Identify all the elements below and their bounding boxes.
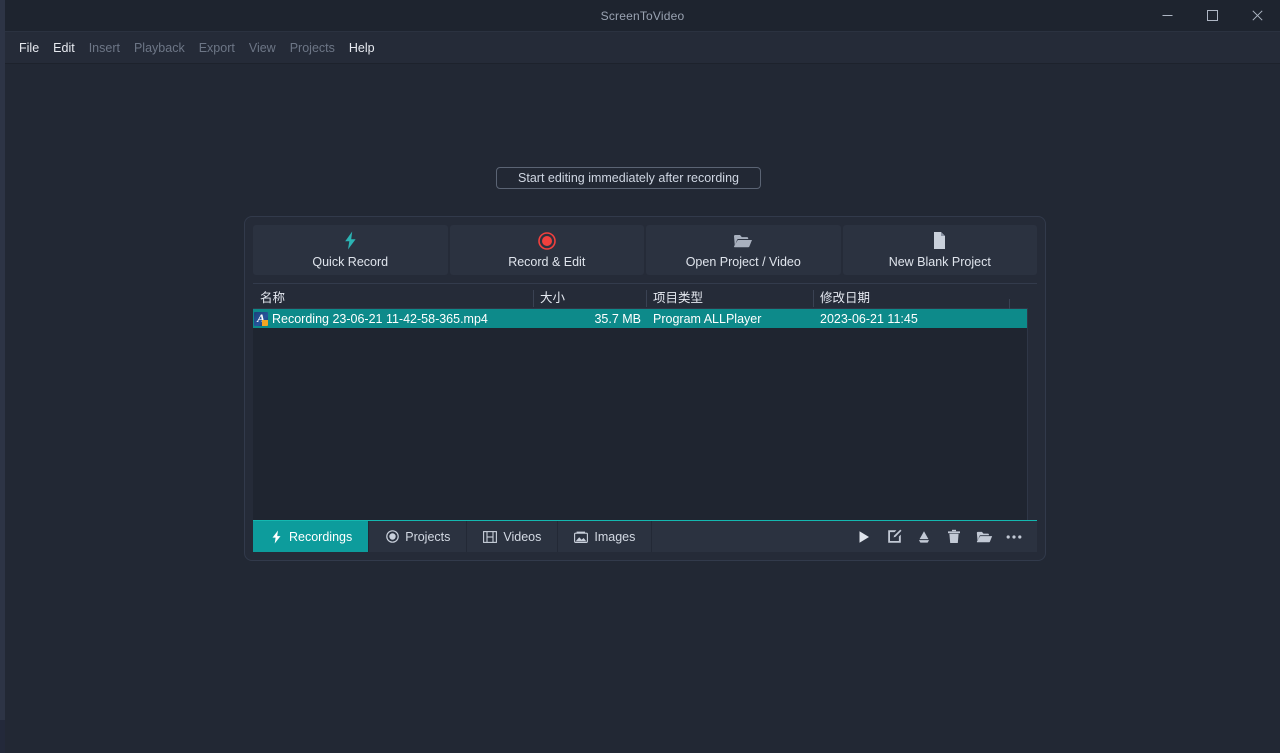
list-tool-group bbox=[849, 521, 1037, 552]
quick-record-label: Quick Record bbox=[312, 255, 389, 269]
file-icon-corner bbox=[262, 319, 268, 326]
file-date-cell: 2023-06-21 11:45 bbox=[820, 311, 918, 326]
close-button[interactable] bbox=[1235, 0, 1280, 31]
status-bar bbox=[5, 721, 1280, 753]
open-project-video-button[interactable]: Open Project / Video bbox=[646, 225, 841, 275]
file-name-cell: A Recording 23-06-21 11-42-58-365.mp4 bbox=[253, 311, 533, 326]
edit-square-icon[interactable] bbox=[879, 521, 909, 552]
lightning-bolt-icon bbox=[343, 231, 358, 250]
lightning-bolt-icon bbox=[269, 530, 283, 544]
tab-recordings-label: Recordings bbox=[289, 529, 353, 544]
more-options-icon[interactable] bbox=[999, 521, 1029, 552]
record-and-edit-label: Record & Edit bbox=[508, 255, 586, 269]
quick-record-button[interactable]: Quick Record bbox=[253, 225, 448, 275]
menu-item-edit[interactable]: Edit bbox=[46, 37, 82, 59]
bottom-tab-bar: Recordings Projects Videos Images bbox=[253, 520, 1037, 552]
menu-item-view: View bbox=[248, 40, 276, 55]
window-controls bbox=[1145, 0, 1280, 31]
blank-document-icon bbox=[932, 231, 947, 250]
new-blank-project-button[interactable]: New Blank Project bbox=[842, 225, 1037, 275]
tab-recordings[interactable]: Recordings bbox=[253, 521, 370, 552]
minimize-button[interactable] bbox=[1145, 0, 1190, 31]
column-header-size[interactable]: 大小 bbox=[533, 287, 646, 307]
cloud-upload-icon[interactable] bbox=[909, 521, 939, 552]
open-folder-icon bbox=[733, 231, 753, 250]
menu-item-playback: Playback bbox=[133, 40, 185, 55]
open-project-video-label: Open Project / Video bbox=[685, 255, 801, 269]
maximize-button[interactable] bbox=[1190, 0, 1235, 31]
action-buttons-row: Quick Record Record & Edit Open Project … bbox=[245, 217, 1045, 281]
new-blank-project-label: New Blank Project bbox=[888, 255, 991, 269]
tab-images-label: Images bbox=[594, 529, 636, 544]
menu-item-help[interactable]: Help bbox=[342, 37, 382, 59]
title-bar: ScreenToVideo bbox=[5, 0, 1280, 32]
menu-item-export: Export bbox=[198, 40, 235, 55]
file-size-cell: 35.7 MB bbox=[594, 311, 641, 326]
file-list: 名称 大小 项目类型 修改日期 A Recording 23-06-21 11-… bbox=[253, 283, 1037, 520]
play-icon[interactable] bbox=[849, 521, 879, 552]
file-type-cell: Program ALLPlayer bbox=[653, 311, 762, 326]
file-list-scrollbar[interactable] bbox=[1027, 308, 1037, 520]
table-row[interactable]: A Recording 23-06-21 11-42-58-365.mp4 35… bbox=[253, 309, 1037, 328]
workspace: Start editing immediately after recordin… bbox=[5, 64, 1280, 721]
column-header-name[interactable]: 名称 bbox=[253, 287, 533, 306]
start-editing-hint-button[interactable]: Start editing immediately after recordin… bbox=[496, 167, 761, 189]
trash-icon[interactable] bbox=[939, 521, 969, 552]
tab-videos-label: Videos bbox=[503, 529, 542, 544]
menu-item-file[interactable]: File bbox=[12, 37, 46, 59]
app-title: ScreenToVideo bbox=[600, 8, 685, 23]
file-list-body: A Recording 23-06-21 11-42-58-365.mp4 35… bbox=[253, 309, 1037, 520]
allplayer-file-icon: A bbox=[254, 311, 268, 326]
column-header-type[interactable]: 项目类型 bbox=[646, 287, 813, 307]
open-folder-icon[interactable] bbox=[969, 521, 999, 552]
menu-bar: File Edit Insert Playback Export View Pr… bbox=[5, 32, 1280, 64]
tab-projects[interactable]: Projects bbox=[369, 521, 468, 552]
app-window: ScreenToVideo File Edit Insert Playback … bbox=[0, 0, 1280, 753]
file-name-text: Recording 23-06-21 11-42-58-365.mp4 bbox=[272, 311, 488, 326]
menu-item-insert: Insert bbox=[88, 40, 120, 55]
tab-images[interactable]: Images bbox=[558, 521, 653, 552]
column-header-date[interactable]: 修改日期 bbox=[813, 287, 1009, 307]
record-and-edit-button[interactable]: Record & Edit bbox=[449, 225, 644, 275]
menu-item-projects: Projects bbox=[289, 40, 335, 55]
record-circle-icon bbox=[537, 231, 556, 250]
launcher-panel: Quick Record Record & Edit Open Project … bbox=[244, 216, 1046, 561]
tab-videos[interactable]: Videos bbox=[467, 521, 559, 552]
film-strip-icon bbox=[483, 530, 498, 544]
record-circle-icon bbox=[385, 530, 399, 544]
image-icon bbox=[574, 530, 589, 544]
file-list-header: 名称 大小 项目类型 修改日期 bbox=[253, 284, 1037, 316]
tab-projects-label: Projects bbox=[405, 529, 451, 544]
